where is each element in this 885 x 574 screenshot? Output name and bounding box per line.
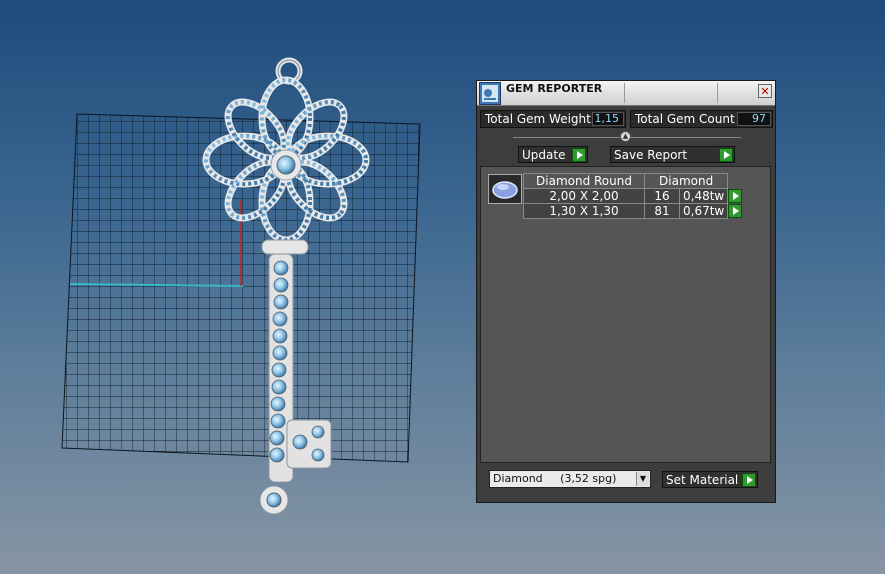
header-material: Diamond: [643, 173, 729, 189]
gem-weight: 0,67tw: [678, 203, 729, 219]
gem-reporter-window[interactable]: GEM REPORTER ✕ Total Gem Weight 1,15 Tot…: [476, 80, 776, 503]
gem-reporter-app-icon: [479, 82, 501, 105]
green-play-arrow-icon: [572, 147, 586, 162]
save-report-button[interactable]: Save Report: [610, 146, 735, 163]
green-play-arrow-icon[interactable]: [728, 204, 743, 218]
green-play-arrow-icon: [719, 147, 733, 162]
gem-size: 1,30 X 1,30: [523, 203, 645, 219]
gem-count: 81: [644, 203, 680, 219]
row-select-cell[interactable]: [728, 204, 744, 219]
set-material-button-label: Set Material: [666, 472, 739, 487]
update-button[interactable]: Update: [518, 146, 588, 163]
gem-size: 2,00 X 2,00: [523, 188, 645, 204]
total-gem-weight-field: Total Gem Weight 1,15: [480, 110, 626, 128]
set-material-button[interactable]: Set Material: [662, 471, 758, 488]
gem-table-header: Diamond Round Diamond: [523, 173, 744, 189]
update-button-label: Update: [522, 147, 566, 162]
window-title: GEM REPORTER: [506, 82, 603, 95]
title-divider: [717, 83, 718, 103]
green-play-arrow-icon[interactable]: [728, 189, 743, 203]
gem-weight: 0,48tw: [678, 188, 729, 204]
window-titlebar[interactable]: GEM REPORTER ✕: [477, 81, 775, 106]
table-row[interactable]: 2,00 X 2,00 16 0,48tw: [523, 188, 744, 204]
gem-list-panel: Diamond Round Diamond 2,00 X 2,00 16 0,4…: [480, 166, 771, 463]
gem-count: 16: [644, 188, 680, 204]
title-divider: [624, 83, 625, 103]
diamond-round-gem-icon[interactable]: [488, 174, 522, 204]
total-gem-weight-label: Total Gem Weight: [485, 112, 591, 126]
header-shape: Diamond Round: [523, 173, 645, 189]
close-button[interactable]: ✕: [758, 84, 772, 98]
green-play-arrow-icon: [742, 472, 756, 487]
panel-splitter-handle[interactable]: ▲: [620, 131, 631, 142]
total-gem-count-label: Total Gem Count: [635, 112, 735, 126]
material-selected-value: Diamond (3,52 spg): [493, 472, 617, 485]
total-gem-count-field: Total Gem Count 97: [630, 110, 773, 128]
total-gem-weight-value: 1,15: [592, 112, 624, 126]
gem-table: Diamond Round Diamond 2,00 X 2,00 16 0,4…: [523, 173, 744, 219]
material-select[interactable]: Diamond (3,52 spg) ▼: [489, 470, 651, 488]
total-gem-count-value: 97: [737, 112, 771, 126]
table-row[interactable]: 1,30 X 1,30 81 0,67tw: [523, 203, 744, 219]
row-select-cell[interactable]: [728, 189, 744, 204]
save-report-button-label: Save Report: [614, 147, 688, 162]
chevron-down-icon[interactable]: ▼: [636, 472, 649, 486]
